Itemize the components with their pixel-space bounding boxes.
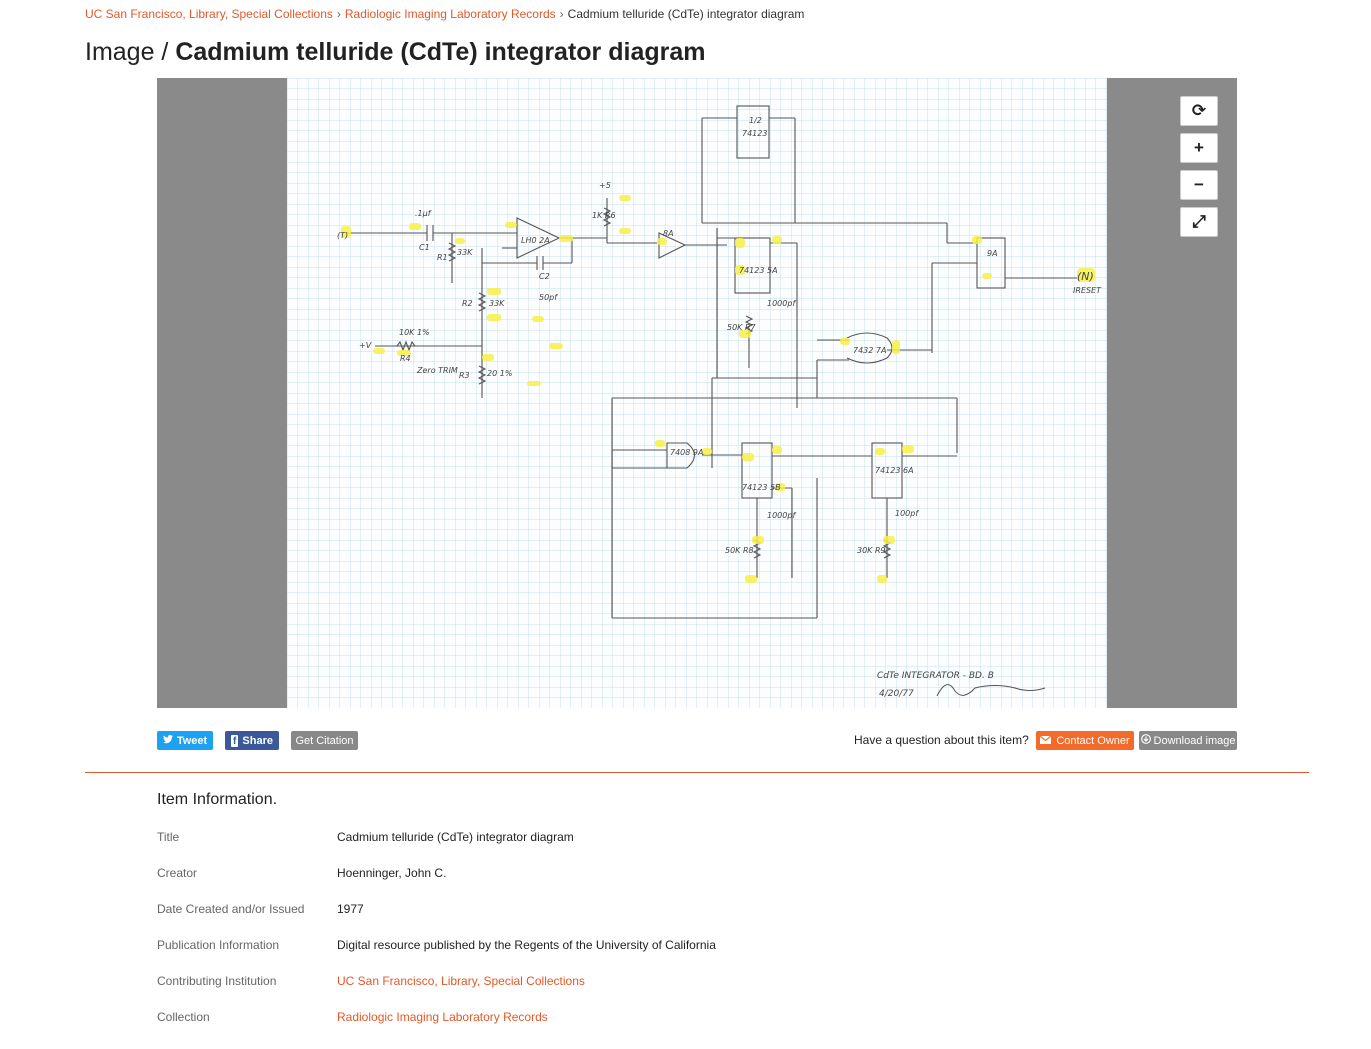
schematic-label: C2 <box>539 272 550 281</box>
schematic-label: (T) <box>337 231 348 240</box>
page-title-prefix: Image / <box>85 38 169 66</box>
schematic-label: LH0 2A <box>521 236 550 245</box>
info-label: Creator <box>157 866 198 880</box>
page-title-text: Cadmium telluride (CdTe) integrator diag… <box>175 38 706 66</box>
schematic-label: Zero TRIM <box>416 366 458 375</box>
schematic-label: (N) <box>1077 270 1094 283</box>
breadcrumb-separator: › <box>336 7 341 21</box>
info-row-collection: Collection Radiologic Imaging Laboratory… <box>157 1010 1057 1030</box>
schematic-label: 8A <box>663 229 674 238</box>
schematic-drawing: (T) .1μf C1 R1 33K LH0 2A C2 50pf R2 33K… <box>287 78 1107 708</box>
schematic-caption: 4/20/77 <box>879 689 914 699</box>
schematic-label: 1K R6 <box>592 211 616 220</box>
fullscreen-icon: ⤢ <box>1192 212 1206 231</box>
info-label: Collection <box>157 1010 210 1024</box>
get-citation-button[interactable]: Get Citation <box>291 731 358 750</box>
info-value: 1977 <box>337 902 364 916</box>
schematic-label: 50K R7 <box>727 323 757 332</box>
info-label: Contributing Institution <box>157 974 277 988</box>
tweet-label: Tweet <box>176 734 208 747</box>
breadcrumb-link-collection[interactable]: Radiologic Imaging Laboratory Records <box>345 7 556 21</box>
info-value: Digital resource published by the Regent… <box>337 938 716 952</box>
rotate-icon: ⟳ <box>1191 101 1207 120</box>
fullscreen-button[interactable]: ⤢ <box>1180 207 1218 237</box>
schematic-label: 33K <box>489 299 505 308</box>
zoom-in-button[interactable]: + <box>1180 133 1218 163</box>
schematic-label: 7432 7A <box>853 346 886 355</box>
contact-owner-label: Contact Owner <box>1056 734 1130 747</box>
breadcrumb-current: Cadmium telluride (CdTe) integrator diag… <box>567 7 805 21</box>
zoom-out-icon: − <box>1194 175 1204 194</box>
schematic-label: C1 <box>419 243 430 252</box>
breadcrumb-separator: › <box>559 7 564 21</box>
info-row-publication: Publication Information Digital resource… <box>157 938 1057 958</box>
schematic-label: R1 <box>437 253 448 262</box>
schematic-label: 74123 5B <box>742 483 781 492</box>
schematic-label: 1/2 <box>749 116 762 125</box>
download-icon <box>1140 734 1151 747</box>
info-row-title: Title Cadmium telluride (CdTe) integrato… <box>157 830 1057 850</box>
schematic-label: 1000pf <box>767 511 796 520</box>
info-row-date: Date Created and/or Issued 1977 <box>157 902 1057 922</box>
info-label: Date Created and/or Issued <box>157 902 305 916</box>
info-value: Hoenninger, John C. <box>337 866 447 880</box>
facebook-icon: f <box>231 734 239 747</box>
schematic-image: (T) .1μf C1 R1 33K LH0 2A C2 50pf R2 33K… <box>287 78 1107 708</box>
schematic-label: 74123 5A <box>739 266 778 275</box>
tweet-button[interactable]: Tweet <box>157 731 213 750</box>
schematic-label: .1μf <box>415 209 432 218</box>
schematic-label: 20 1% <box>487 369 512 378</box>
schematic-label: R3 <box>459 371 470 380</box>
rotate-button[interactable]: ⟳ <box>1180 96 1218 126</box>
share-toolbar: Tweet f Share Get Citation Have a questi… <box>157 730 1237 752</box>
schematic-label: 1000pf <box>767 299 796 308</box>
schematic-label: 74123 6A <box>875 466 914 475</box>
contact-owner-button[interactable]: Contact Owner <box>1036 731 1134 750</box>
schematic-label: 7408 9A <box>670 448 703 457</box>
envelope-icon <box>1039 735 1052 747</box>
info-row-institution: Contributing Institution UC San Francisc… <box>157 974 1057 994</box>
zoom-in-icon: + <box>1194 138 1204 157</box>
page-title: Image / Cadmium telluride (CdTe) integra… <box>85 38 705 67</box>
breadcrumb: UC San Francisco, Library, Special Colle… <box>85 7 804 21</box>
facebook-share-label: Share <box>242 734 273 747</box>
info-label: Publication Information <box>157 938 280 952</box>
schematic-label: 9A <box>987 249 998 258</box>
info-value: Cadmium telluride (CdTe) integrator diag… <box>337 830 574 844</box>
schematic-label: R4 <box>400 354 411 363</box>
schematic-label: +5 <box>599 181 611 190</box>
schematic-label: 33K <box>457 248 473 257</box>
schematic-caption: CdTe INTEGRATOR - BD. B <box>877 671 994 681</box>
collection-link[interactable]: Radiologic Imaging Laboratory Records <box>337 1010 548 1024</box>
schematic-label: 30K R9 <box>857 546 886 555</box>
schematic-label: 74123 <box>742 129 767 138</box>
info-row-creator: Creator Hoenninger, John C. <box>157 866 1057 886</box>
schematic-label: 50K R8 <box>725 546 754 555</box>
item-information-heading: Item Information. <box>157 791 278 808</box>
schematic-label: 50pf <box>539 293 558 302</box>
info-label: Title <box>157 830 180 844</box>
schematic-label: 100pf <box>895 509 919 518</box>
zoom-out-button[interactable]: − <box>1180 170 1218 200</box>
schematic-label: IRESET <box>1073 286 1102 295</box>
twitter-icon <box>162 734 173 747</box>
schematic-label: R2 <box>462 299 473 308</box>
schematic-label: +V <box>359 341 372 350</box>
download-image-button[interactable]: Download image <box>1139 731 1237 750</box>
schematic-label: 10K 1% <box>399 328 430 337</box>
section-divider <box>85 772 1309 773</box>
image-viewer[interactable]: (T) .1μf C1 R1 33K LH0 2A C2 50pf R2 33K… <box>157 78 1237 708</box>
download-image-label: Download image <box>1153 734 1236 747</box>
breadcrumb-link-institution[interactable]: UC San Francisco, Library, Special Colle… <box>85 7 333 21</box>
facebook-share-button[interactable]: f Share <box>225 731 279 750</box>
institution-link[interactable]: UC San Francisco, Library, Special Colle… <box>337 974 585 988</box>
question-text: Have a question about this item? <box>854 733 1029 747</box>
